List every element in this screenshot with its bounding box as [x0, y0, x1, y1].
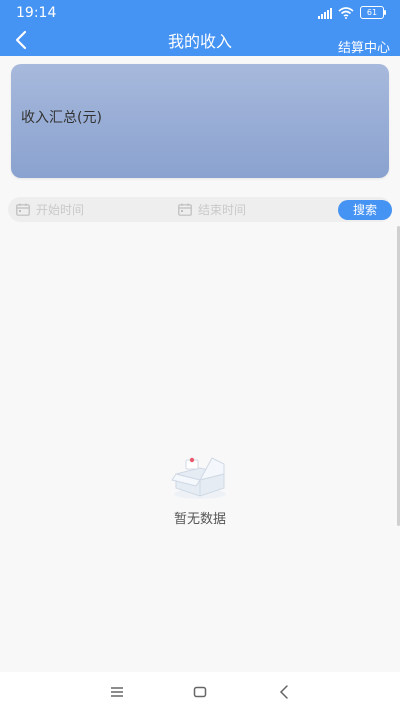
empty-state: 暂无数据: [0, 450, 400, 527]
system-back-icon[interactable]: [272, 680, 296, 704]
income-summary-label: 收入汇总(元): [21, 110, 102, 126]
calendar-icon: [16, 203, 30, 216]
signal-icon: [318, 7, 332, 19]
status-time: 19:14: [16, 5, 57, 21]
calendar-icon: [178, 203, 192, 216]
empty-state-text: 暂无数据: [173, 512, 226, 527]
system-nav-bar: [0, 672, 400, 711]
settlement-center-button[interactable]: 结算中心: [338, 37, 390, 56]
battery-icon: 61: [360, 6, 386, 19]
start-time-placeholder: 开始时间: [36, 203, 85, 217]
search-button[interactable]: 搜索: [338, 200, 392, 220]
start-time-field[interactable]: 开始时间: [16, 197, 84, 222]
wifi-icon: [338, 6, 354, 19]
nav-bar: 我的收入 结算中心: [0, 26, 400, 56]
income-summary-card: 收入汇总(元): [11, 64, 389, 178]
status-bar: 19:14 61: [0, 0, 400, 26]
empty-box-illustration-icon: [171, 457, 226, 499]
home-square-icon[interactable]: [188, 680, 212, 704]
end-time-placeholder: 结束时间: [198, 203, 247, 217]
end-time-field[interactable]: 结束时间: [178, 197, 246, 222]
menu-icon[interactable]: [105, 680, 129, 704]
date-filter-bar: 开始时间 结束时间 搜索: [8, 197, 392, 222]
status-icons: 61: [318, 6, 386, 19]
